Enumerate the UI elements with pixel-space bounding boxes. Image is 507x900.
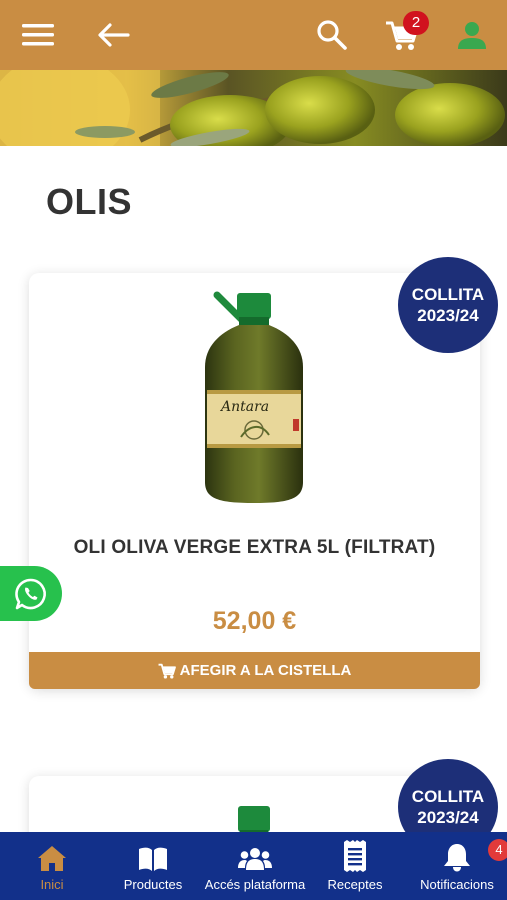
product-image: Antara — [205, 291, 303, 503]
whatsapp-icon — [15, 578, 46, 609]
hero-banner-image — [0, 70, 507, 146]
cart-icon — [158, 663, 176, 679]
nav-item-home[interactable]: Inici — [20, 832, 84, 900]
search-button[interactable] — [310, 0, 354, 70]
add-to-cart-label: AFEGIR A LA CISTELLA — [179, 662, 352, 679]
menu-button[interactable] — [18, 0, 58, 70]
nav-label: Accés plataforma — [204, 877, 306, 892]
badge-line-1: COLLITA — [411, 787, 485, 806]
app-screen: 2 OLIS Antara OLI OLIVA VERGE EXTRA 5L (… — [0, 0, 507, 900]
home-icon — [38, 846, 66, 871]
menu-icon — [22, 24, 54, 46]
users-icon — [238, 848, 272, 870]
product-label-text: Antara — [219, 399, 269, 415]
back-button[interactable] — [92, 0, 136, 70]
bell-icon — [444, 844, 470, 872]
page-title: OLIS — [46, 181, 133, 222]
olives-illustration — [0, 70, 507, 146]
receipt-icon — [344, 840, 366, 872]
nav-label: Productes — [123, 877, 183, 892]
harvest-badge: COLLITA 2023/24 — [398, 257, 498, 353]
nav-label: Notificacions — [420, 877, 494, 892]
product-name[interactable]: OLI OLIVA VERGE EXTRA 5L (FILTRAT) — [29, 537, 480, 559]
nav-item-recipes[interactable]: Receptes — [322, 832, 388, 900]
product-price: 52,00 € — [212, 607, 297, 635]
cart-count-badge: 2 — [403, 11, 429, 35]
add-to-cart-button[interactable]: AFEGIR A LA CISTELLA — [29, 652, 480, 689]
nav-label: Receptes — [327, 877, 383, 892]
account-button[interactable] — [450, 0, 494, 70]
back-arrow-icon — [98, 23, 130, 47]
top-app-bar: 2 — [0, 0, 507, 70]
user-icon — [458, 22, 486, 49]
cart-button[interactable]: 2 — [378, 0, 429, 70]
book-icon — [139, 847, 167, 871]
nav-item-products[interactable]: Productes — [117, 832, 189, 900]
nav-item-notifications[interactable]: 4 Notificacions — [412, 832, 507, 900]
bottom-navigation: Inici Productes Accés plataforma Recepte… — [0, 832, 507, 900]
search-icon — [317, 20, 347, 50]
whatsapp-button[interactable] — [0, 566, 62, 621]
notification-count-badge: 4 — [488, 839, 507, 861]
nav-item-platform-access[interactable]: Accés plataforma — [200, 832, 310, 900]
badge-line-2: 2023/24 — [417, 306, 479, 325]
badge-line-1: COLLITA — [411, 285, 485, 304]
badge-line-2: 2023/24 — [417, 808, 479, 827]
nav-label: Inici — [40, 877, 64, 892]
